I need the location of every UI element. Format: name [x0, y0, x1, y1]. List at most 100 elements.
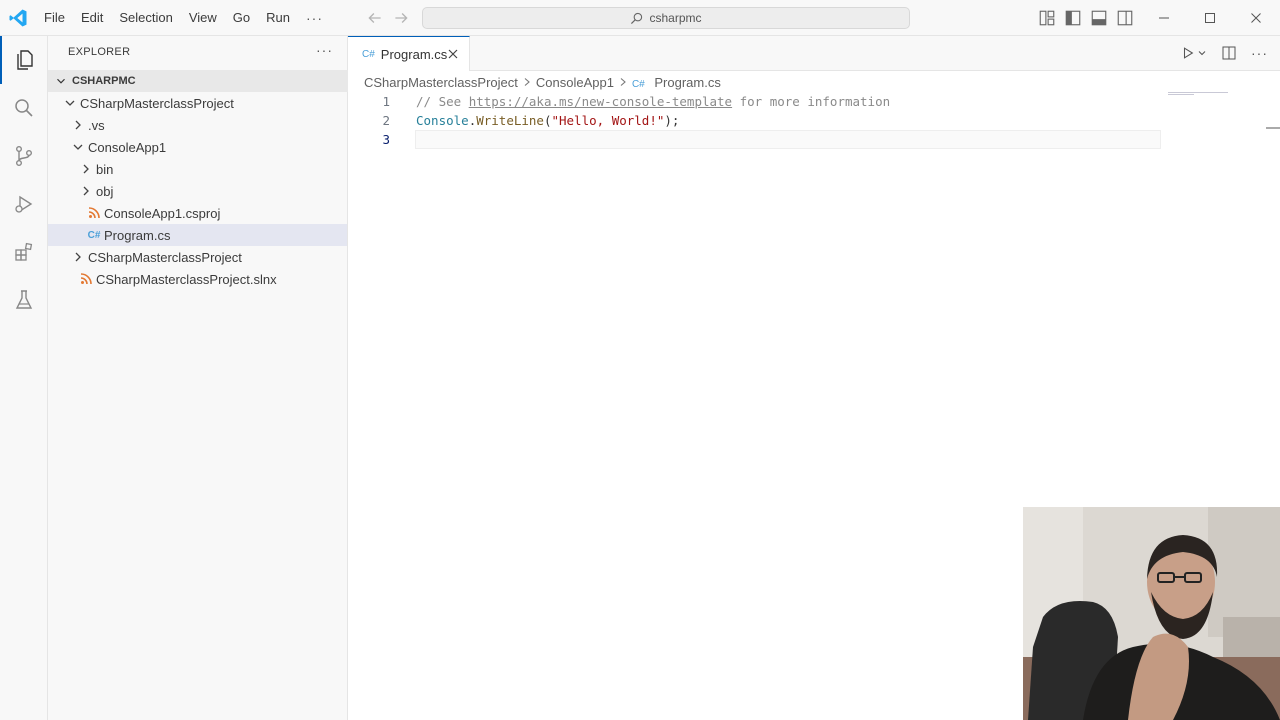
split-editor-icon[interactable]	[1221, 45, 1237, 61]
breadcrumb-item[interactable]: CSharpMasterclassProject	[364, 75, 518, 90]
tree-item[interactable]: .vs	[48, 114, 347, 136]
explorer-files-icon	[17, 50, 33, 70]
chevron-right-icon	[83, 164, 89, 174]
editor-more-icon[interactable]: ···	[1251, 45, 1268, 61]
code-line[interactable]: 3	[348, 130, 1280, 149]
breadcrumb-item: Program.cs	[654, 74, 721, 90]
breadcrumb-item[interactable]: ConsoleApp1	[536, 75, 614, 90]
breadcrumb-file[interactable]: C# Program.cs	[632, 75, 721, 90]
sidebar-title: EXPLORER	[68, 46, 131, 58]
command-center-search[interactable]: csharpmc	[422, 7, 910, 29]
toggle-primary-sidebar-icon[interactable]	[1064, 9, 1082, 27]
minimize-button[interactable]	[1141, 0, 1187, 36]
line-number: 2	[382, 113, 390, 128]
menu-view[interactable]: View	[181, 7, 225, 29]
tree-item-label: obj	[96, 183, 114, 199]
search-icon	[15, 99, 33, 117]
activity-bar	[0, 36, 48, 720]
activity-search[interactable]	[0, 84, 48, 132]
tree-item-label: CSharpMasterclassProject	[80, 95, 234, 111]
tree-item[interactable]: obj	[48, 180, 347, 202]
chevron-right-icon	[83, 186, 89, 196]
testing-icon	[15, 290, 33, 309]
close-icon	[448, 49, 458, 59]
menu-more-icon[interactable]: ···	[298, 10, 331, 26]
tab-program-cs[interactable]: C# Program.cs	[348, 36, 470, 71]
code-token: // See	[416, 94, 469, 109]
maximize-button[interactable]	[1187, 0, 1233, 36]
code-line[interactable]: 2 Console.WriteLine("Hello, World!");	[348, 111, 1280, 130]
tree-item[interactable]: CSharpMasterclassProject.slnx	[48, 268, 347, 290]
code-token: "Hello, World!"	[551, 113, 665, 128]
scrollbar-position-marker	[1266, 127, 1280, 129]
tree-item-label: .vs	[88, 117, 105, 133]
code-token: WriteLine	[476, 113, 544, 128]
close-button[interactable]	[1233, 0, 1279, 36]
tree-item-label: Program.cs	[104, 227, 171, 243]
command-center-text: csharpmc	[649, 11, 702, 25]
title-bar: File Edit Selection View Go Run ··· csha…	[0, 0, 1280, 36]
chevron-down-icon[interactable]	[1197, 48, 1207, 58]
code-token: for more information	[732, 94, 891, 109]
line-number: 1	[382, 94, 390, 109]
tree-item-label: ConsoleApp1.csproj	[104, 205, 221, 221]
arrow-left-icon[interactable]	[366, 9, 384, 27]
tab-label: Program.cs	[380, 46, 448, 62]
code-text: Console.WriteLine("Hello, World!");	[416, 111, 679, 130]
code-text: // See https://aka.ms/new-console-templa…	[416, 92, 890, 111]
vscode-logo-icon	[9, 9, 27, 27]
breadcrumb: CSharpMasterclassProject ConsoleApp1 C# …	[364, 71, 721, 93]
menu-selection[interactable]: Selection	[111, 7, 180, 29]
menu-edit[interactable]: Edit	[73, 7, 111, 29]
rss-file-icon	[80, 273, 92, 285]
explorer-sidebar: EXPLORER ··· CSHARPMC CSharpMasterclassP…	[48, 36, 348, 720]
webcam-overlay	[1023, 507, 1280, 720]
workspace-name: CSHARPMC	[72, 75, 136, 87]
chevron-down-icon	[57, 78, 65, 84]
menu-run[interactable]: Run	[258, 7, 298, 29]
tree-item[interactable]: C# Program.cs	[48, 224, 347, 246]
activity-source-control[interactable]	[0, 132, 48, 180]
activity-testing[interactable]	[0, 276, 48, 324]
tree-item[interactable]: ConsoleApp1.csproj	[48, 202, 347, 224]
activity-run-debug[interactable]	[0, 180, 48, 228]
toggle-secondary-sidebar-icon[interactable]	[1116, 9, 1134, 27]
code-token: );	[664, 113, 680, 128]
toggle-panel-icon[interactable]	[1090, 9, 1108, 27]
chevron-right-icon	[620, 78, 626, 86]
minimize-icon	[1159, 17, 1169, 19]
sidebar-more-icon[interactable]: ···	[316, 42, 333, 58]
tree-item[interactable]: bin	[48, 158, 347, 180]
maximize-icon	[1205, 13, 1215, 23]
search-icon	[631, 12, 643, 24]
tab-close-button[interactable]	[445, 46, 461, 62]
tree-item[interactable]: ConsoleApp1	[48, 136, 347, 158]
code-token: Console	[416, 113, 469, 128]
menu-file[interactable]: File	[36, 7, 73, 29]
csharp-file-icon: C#	[631, 78, 645, 90]
chevron-right-icon	[75, 120, 81, 130]
tree-item-label: ConsoleApp1	[88, 139, 167, 155]
activity-extensions[interactable]	[0, 228, 48, 276]
tree-item[interactable]: CSharpMasterclassProject	[48, 92, 347, 114]
customize-layout-icon[interactable]	[1038, 9, 1056, 27]
arrow-right-icon[interactable]	[392, 9, 410, 27]
chevron-right-icon	[75, 252, 81, 262]
line-number: 3	[382, 132, 390, 147]
extensions-icon	[15, 242, 33, 261]
source-control-icon	[15, 146, 32, 167]
tree-item[interactable]: CSharpMasterclassProject	[48, 246, 347, 268]
code-editor[interactable]: 1 // See https://aka.ms/new-console-templ…	[348, 92, 1280, 149]
menu-go[interactable]: Go	[225, 7, 258, 29]
csharp-file-icon: C#	[362, 48, 375, 60]
code-line[interactable]: 1 // See https://aka.ms/new-console-templ…	[348, 92, 1280, 111]
menu-bar: File Edit Selection View Go Run ···	[36, 0, 331, 36]
activity-explorer[interactable]	[0, 36, 48, 84]
code-token[interactable]: https://aka.ms/new-console-template	[469, 94, 732, 109]
minimap[interactable]	[1168, 92, 1234, 96]
chevron-down-icon	[65, 100, 75, 106]
run-icon[interactable]	[1181, 46, 1195, 60]
presenter-video-image	[1023, 507, 1280, 720]
workspace-section-header[interactable]: CSHARPMC	[48, 70, 348, 92]
editor-tab-bar: C# Program.cs ···	[348, 36, 1280, 71]
